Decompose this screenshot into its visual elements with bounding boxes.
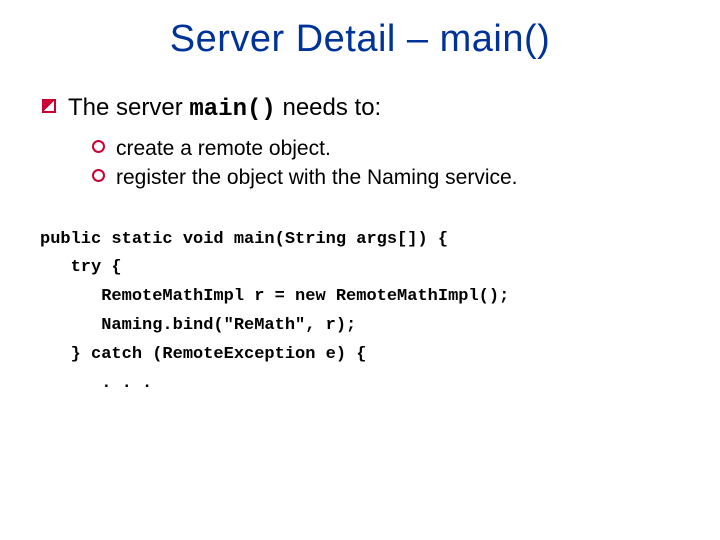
code-snippet: public static void main(String args[]) {… (40, 226, 680, 399)
slide-title: Server Detail – main() (40, 18, 680, 61)
bullet-level2: create a remote object. (92, 135, 680, 162)
bullet-text-b: needs to: (276, 94, 381, 121)
subbullet-text: create a remote object. (116, 137, 331, 160)
circle-bullet-icon (92, 169, 105, 182)
bullet-text-code: main() (189, 96, 275, 123)
bullet-level1: The server main() needs to: (40, 93, 680, 125)
bullet-text-a: The server (68, 94, 189, 121)
subbullet-text: register the object with the Naming serv… (116, 166, 518, 189)
square-bullet-icon (42, 99, 56, 113)
slide: Server Detail – main() The server main()… (0, 0, 720, 540)
bullet-level2: register the object with the Naming serv… (92, 164, 680, 191)
circle-bullet-icon (92, 140, 105, 153)
